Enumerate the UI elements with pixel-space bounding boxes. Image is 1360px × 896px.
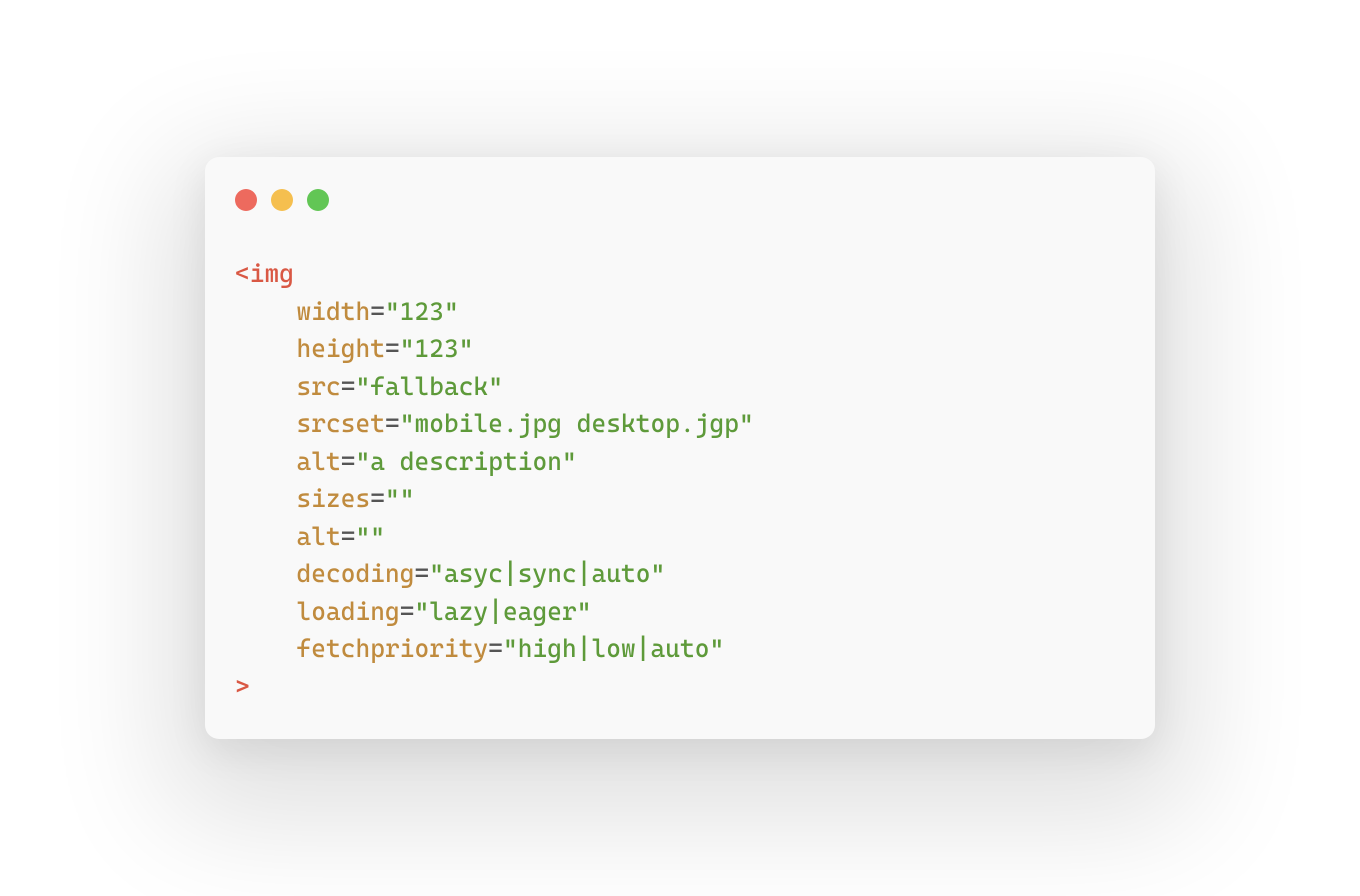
attr-value: "high|low|auto": [503, 634, 724, 663]
attr-name: srcset: [297, 409, 386, 438]
attr-value: "": [385, 484, 415, 513]
attr-name: alt: [297, 522, 341, 551]
attr-name: alt: [297, 447, 341, 476]
traffic-lights: [235, 189, 1125, 211]
attr-value: "fallback": [356, 372, 503, 401]
attr-value: "123": [400, 334, 474, 363]
attr-name: sizes: [297, 484, 371, 513]
attr-value: "mobile.jpg desktop.jgp": [400, 409, 754, 438]
attr-value: "a description": [356, 447, 577, 476]
code-window: <img width="123" height="123" src="fallb…: [205, 157, 1155, 739]
code-block: <img width="123" height="123" src="fallb…: [235, 255, 1125, 705]
minimize-icon[interactable]: [271, 189, 293, 211]
tag-close: >: [235, 672, 250, 701]
close-icon[interactable]: [235, 189, 257, 211]
attr-name: fetchpriority: [297, 634, 489, 663]
attr-value: "asyc|sync|auto": [429, 559, 665, 588]
attr-value: "123": [385, 297, 459, 326]
maximize-icon[interactable]: [307, 189, 329, 211]
attr-name: width: [297, 297, 371, 326]
attr-name: height: [297, 334, 386, 363]
attr-name: loading: [297, 597, 400, 626]
attr-value: "lazy|eager": [415, 597, 592, 626]
attr-name: src: [297, 372, 341, 401]
attr-name: decoding: [297, 559, 415, 588]
attr-value: "": [356, 522, 386, 551]
tag-open: <img: [235, 259, 294, 288]
